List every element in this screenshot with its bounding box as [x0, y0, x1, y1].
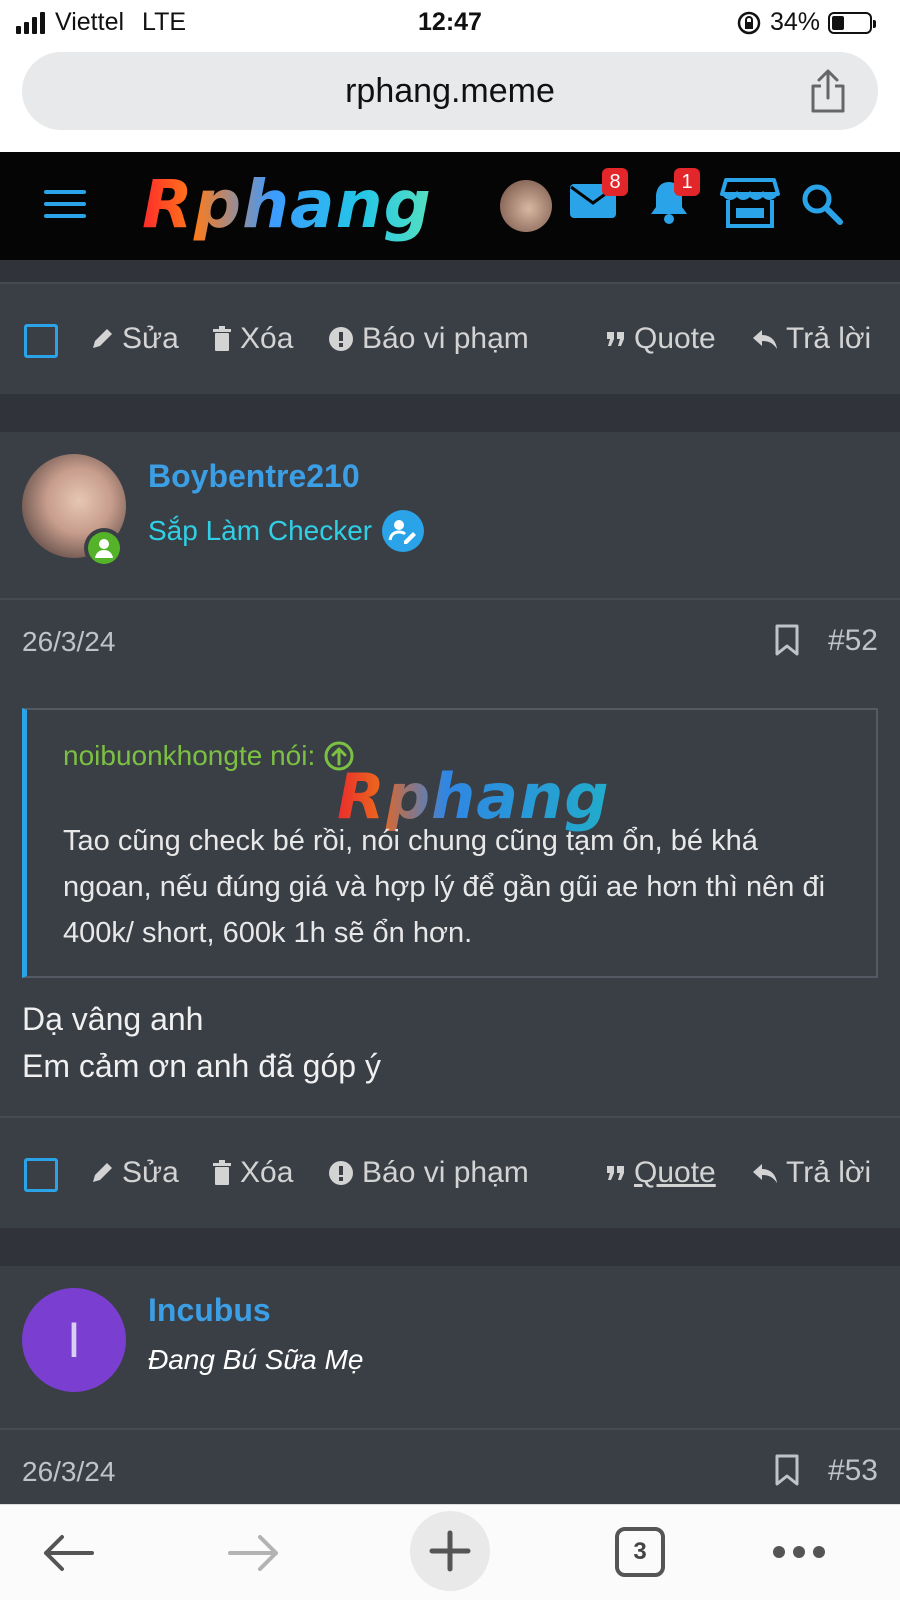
post-message-line: Em cảm ơn anh đã góp ý [22, 1048, 381, 1084]
quote-button[interactable]: Quote [606, 322, 716, 356]
thread-content: Sửa Xóa Báo vi phạm Quote Trả lời Boyben… [0, 260, 900, 1504]
alert-icon [329, 1161, 353, 1185]
verified-checker-icon [382, 510, 425, 552]
new-tab-button[interactable] [410, 1511, 490, 1591]
post-date[interactable]: 26/3/24 [22, 1456, 115, 1488]
share-icon[interactable] [808, 68, 848, 114]
pencil-icon [93, 1163, 112, 1182]
address-bar[interactable]: rphang.meme [22, 52, 878, 130]
post-message: Dạ vâng anh Em cảm ơn anh đã góp ý [22, 996, 381, 1090]
post-date[interactable]: 26/3/24 [22, 626, 115, 658]
menu-icon[interactable] [44, 190, 86, 222]
post-message-line: Dạ vâng anh [22, 1001, 204, 1037]
quote-button[interactable]: Quote [606, 1156, 716, 1190]
edit-button[interactable]: Sửa [90, 1156, 179, 1190]
quote-block: noibuonkhongte nói: Rphang Tao cũng chec… [22, 708, 878, 978]
user-title: Sắp Làm Checker [148, 510, 425, 552]
site-logo[interactable]: Rphang [142, 166, 432, 243]
pencil-icon [93, 329, 112, 348]
plus-icon [429, 1530, 471, 1572]
quote-label: Quote [634, 322, 716, 355]
online-user-icon [88, 532, 120, 564]
delete-label: Xóa [240, 322, 294, 355]
messages-badge: 8 [602, 168, 628, 196]
site-header: Rphang 8 1 [0, 152, 900, 260]
browser-toolbar: 3 [0, 1504, 900, 1600]
browser-address-area: rphang.meme [0, 46, 900, 152]
url-text[interactable]: rphang.meme [22, 72, 878, 111]
back-arrow-icon[interactable] [42, 1533, 94, 1573]
post-number[interactable]: #53 [828, 1454, 878, 1488]
select-checkbox[interactable] [24, 324, 58, 358]
trash-icon [213, 326, 231, 351]
orientation-lock-icon [737, 11, 761, 34]
edit-label: Sửa [122, 1156, 179, 1189]
quote-text: Tao cũng check bé rồi, nói chung cũng tạ… [63, 825, 826, 949]
user-title-text: Sắp Làm Checker [148, 515, 373, 546]
edit-label: Sửa [122, 322, 179, 355]
battery-fill [832, 15, 845, 30]
account-avatar[interactable] [500, 180, 552, 232]
search-icon [802, 184, 843, 225]
bookmark-icon[interactable] [774, 1454, 800, 1486]
status-bar: Viettel LTE 12:47 34% [0, 0, 900, 46]
reply-label: Trả lời [786, 322, 872, 355]
post-52-body: noibuonkhongte nói: Rphang Tao cũng chec… [0, 688, 900, 1128]
quote-author-name: noibuonkhongte nói: [63, 740, 316, 771]
online-status [84, 528, 124, 568]
select-checkbox[interactable] [24, 1158, 58, 1192]
edit-button[interactable]: Sửa [90, 322, 179, 356]
report-button[interactable]: Báo vi phạm [328, 1156, 529, 1190]
battery-icon [828, 11, 876, 34]
quote-icon [607, 332, 624, 346]
quote-icon [607, 1166, 624, 1180]
post-actions: Sửa Xóa Báo vi phạm Quote Trả lời [0, 282, 900, 394]
post-53-userhead: I Incubus Đang Bú Sữa Mẹ [0, 1266, 900, 1428]
reply-button[interactable]: Trả lời [752, 1156, 871, 1190]
post-number[interactable]: #52 [828, 624, 878, 658]
bookmark-icon[interactable] [774, 624, 800, 656]
report-button[interactable]: Báo vi phạm [328, 322, 529, 356]
reply-button[interactable]: Trả lời [752, 322, 871, 356]
post-52-actions: Sửa Xóa Báo vi phạm Quote Trả lời [0, 1116, 900, 1228]
username[interactable]: Incubus [148, 1292, 271, 1329]
more-options-icon[interactable] [772, 1545, 826, 1559]
post-53-meta: 26/3/24 #53 [0, 1428, 900, 1504]
post-52-meta: 26/3/24 #52 [0, 598, 900, 688]
report-label: Báo vi phạm [362, 1156, 529, 1189]
reply-icon [753, 330, 777, 349]
store-icon [720, 178, 780, 228]
status-right: 34% [736, 8, 876, 37]
forward-arrow-icon[interactable] [228, 1533, 280, 1573]
quote-author[interactable]: noibuonkhongte nói: [63, 740, 355, 772]
reply-label: Trả lời [786, 1156, 872, 1189]
alerts-badge: 1 [674, 168, 700, 196]
search-button[interactable] [800, 182, 844, 226]
post-52-userhead: Boybentre210 Sắp Làm Checker [0, 432, 900, 598]
alert-icon [329, 327, 353, 351]
user-title: Đang Bú Sữa Mẹ [148, 1344, 364, 1375]
delete-button[interactable]: Xóa [212, 1156, 293, 1190]
store-button[interactable] [720, 176, 780, 230]
alerts-button[interactable]: 1 [648, 168, 700, 226]
username[interactable]: Boybentre210 [148, 458, 360, 495]
battery-percent: 34% [769, 8, 820, 36]
trash-icon [213, 1160, 231, 1185]
delete-button[interactable]: Xóa [212, 322, 293, 356]
delete-label: Xóa [240, 1156, 294, 1189]
quote-label: Quote [634, 1156, 716, 1189]
messages-button[interactable]: 8 [568, 168, 628, 222]
report-label: Báo vi phạm [362, 322, 529, 355]
tab-count[interactable]: 3 [615, 1527, 665, 1577]
reply-icon [753, 1164, 777, 1183]
user-avatar[interactable]: I [22, 1288, 126, 1392]
